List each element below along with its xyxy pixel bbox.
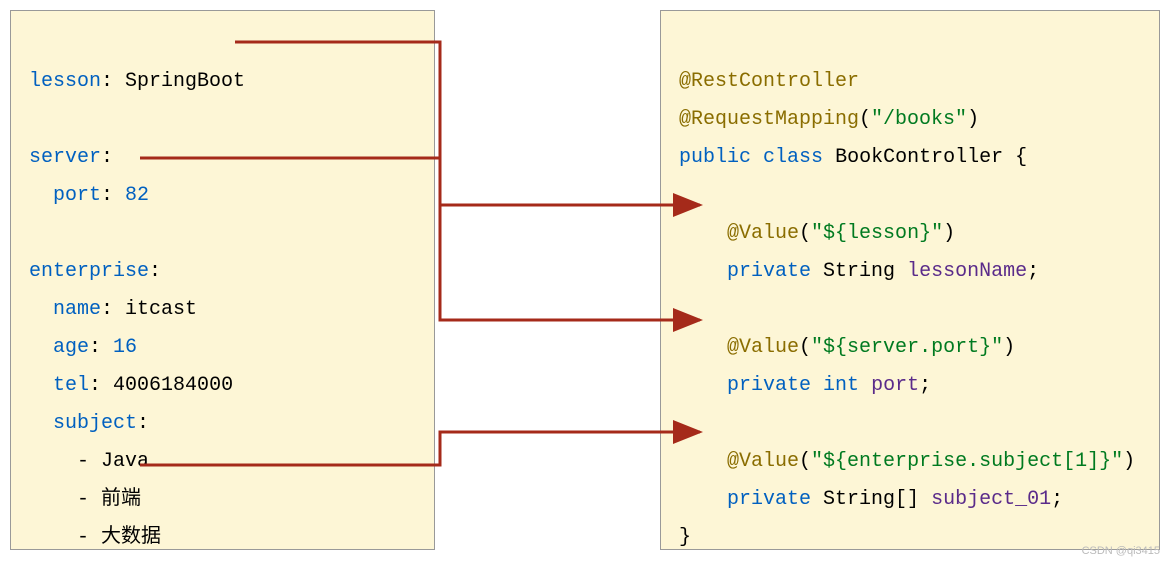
yaml-key-server: server: [29, 146, 101, 169]
yaml-key-subject: subject: [53, 412, 137, 435]
annotation-requestmapping: @RequestMapping: [679, 108, 859, 131]
annotation-value-1: @Value: [727, 222, 799, 245]
field-subject01: subject_01: [931, 488, 1051, 511]
value-arg-1: "${lesson}": [811, 222, 943, 245]
yaml-val-lesson: SpringBoot: [125, 70, 245, 93]
yaml-subject-item: 大数据: [101, 526, 161, 549]
annotation-value-3: @Value: [727, 450, 799, 473]
field-port: port: [871, 374, 919, 397]
class-name: BookController: [835, 146, 1003, 169]
yaml-subject-item: Java: [101, 450, 149, 473]
yaml-config-panel: lesson: SpringBoot server: port: 82 ente…: [10, 10, 435, 550]
java-code-panel: @RestController @RequestMapping("/books"…: [660, 10, 1160, 550]
yaml-key-name: name: [53, 298, 101, 321]
yaml-val-tel: 4006184000: [113, 374, 233, 397]
field-lessonName: lessonName: [907, 260, 1027, 283]
yaml-key-lesson: lesson: [29, 70, 101, 93]
yaml-key-port: port: [53, 184, 101, 207]
yaml-key-enterprise: enterprise: [29, 260, 149, 283]
watermark: CSDN @qi3415: [1082, 545, 1160, 557]
yaml-key-tel: tel: [53, 374, 89, 397]
annotation-value-2: @Value: [727, 336, 799, 359]
value-arg-3: "${enterprise.subject[1]}": [811, 450, 1123, 473]
yaml-val-port: 82: [125, 184, 149, 207]
yaml-val-age: 16: [113, 336, 137, 359]
yaml-val-name: itcast: [125, 298, 197, 321]
value-arg-2: "${server.port}": [811, 336, 1003, 359]
yaml-key-age: age: [53, 336, 89, 359]
annotation-restcontroller: @RestController: [679, 70, 859, 93]
requestmapping-arg: "/books": [871, 108, 967, 131]
yaml-subject-item: 前端: [101, 488, 141, 511]
